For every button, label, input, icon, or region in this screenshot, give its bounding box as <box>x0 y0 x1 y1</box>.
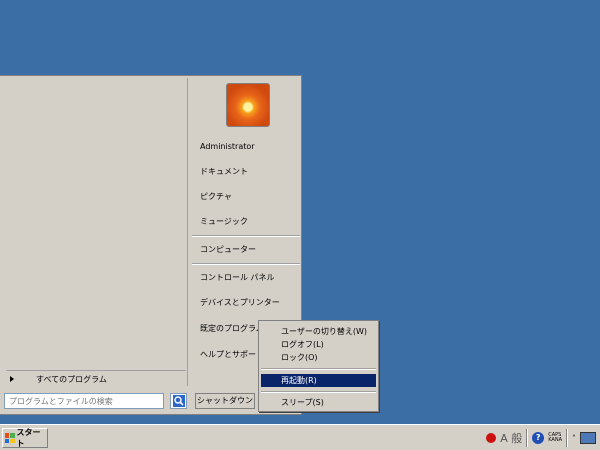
user-item[interactable]: Administrator <box>200 140 295 154</box>
pictures-item[interactable]: ピクチャ <box>200 190 295 204</box>
restart-item[interactable]: 再起動(R) <box>261 374 376 387</box>
start-menu: すべてのプログラム Administrator ドキュメント ピクチャ ミュージ… <box>0 75 302 415</box>
kana-label: KANA <box>548 437 562 443</box>
switch-user-item[interactable]: ユーザーの切り替え(W) <box>261 325 376 338</box>
search-input[interactable] <box>4 393 164 409</box>
separator <box>192 235 300 237</box>
arrow-right-icon <box>10 376 14 382</box>
documents-item[interactable]: ドキュメント <box>200 165 295 179</box>
monitor-icon[interactable] <box>580 432 596 444</box>
shutdown-button[interactable]: シャットダウン <box>195 393 255 409</box>
search-row <box>4 393 188 411</box>
separator <box>261 391 376 393</box>
shutdown-submenu: ユーザーの切り替え(W) ログオフ(L) ロック(O) 再起動(R) スリープ(… <box>258 320 379 412</box>
lock-item[interactable]: ロック(O) <box>261 351 376 364</box>
search-icon <box>172 395 185 407</box>
system-tray: A 般 ? CAPS KANA ˄ <box>482 428 600 448</box>
devices-printers-item[interactable]: デバイスとプリンター <box>200 296 295 310</box>
chevron-up-icon[interactable]: ˄ <box>572 434 576 443</box>
logoff-item[interactable]: ログオフ(L) <box>261 338 376 351</box>
music-item[interactable]: ミュージック <box>200 215 295 229</box>
sleep-item[interactable]: スリープ(S) <box>261 396 376 409</box>
windows-logo-icon <box>5 433 15 443</box>
taskbar: スタート A 般 ? CAPS KANA ˄ <box>0 424 600 450</box>
all-programs-label: すべてのプログラム <box>36 374 107 384</box>
caps-kana-indicator[interactable]: CAPS KANA <box>548 433 562 443</box>
tray-separator <box>526 429 529 447</box>
separator <box>192 263 300 265</box>
control-panel-item[interactable]: コントロール パネル <box>200 271 295 285</box>
user-avatar[interactable] <box>226 83 270 127</box>
separator <box>261 368 376 370</box>
programs-pane: すべてのプログラム <box>2 78 188 386</box>
search-button[interactable] <box>170 393 187 409</box>
start-label: スタート <box>16 428 41 448</box>
start-button[interactable]: スタート <box>2 428 48 448</box>
help-icon[interactable]: ? <box>532 432 545 444</box>
all-programs-item[interactable]: すべてのプログラム <box>6 370 186 387</box>
ime-icon[interactable] <box>486 433 497 443</box>
ime-mode[interactable]: A 般 <box>500 430 522 446</box>
tray-separator <box>566 429 568 447</box>
computer-item[interactable]: コンピューター <box>200 243 295 257</box>
